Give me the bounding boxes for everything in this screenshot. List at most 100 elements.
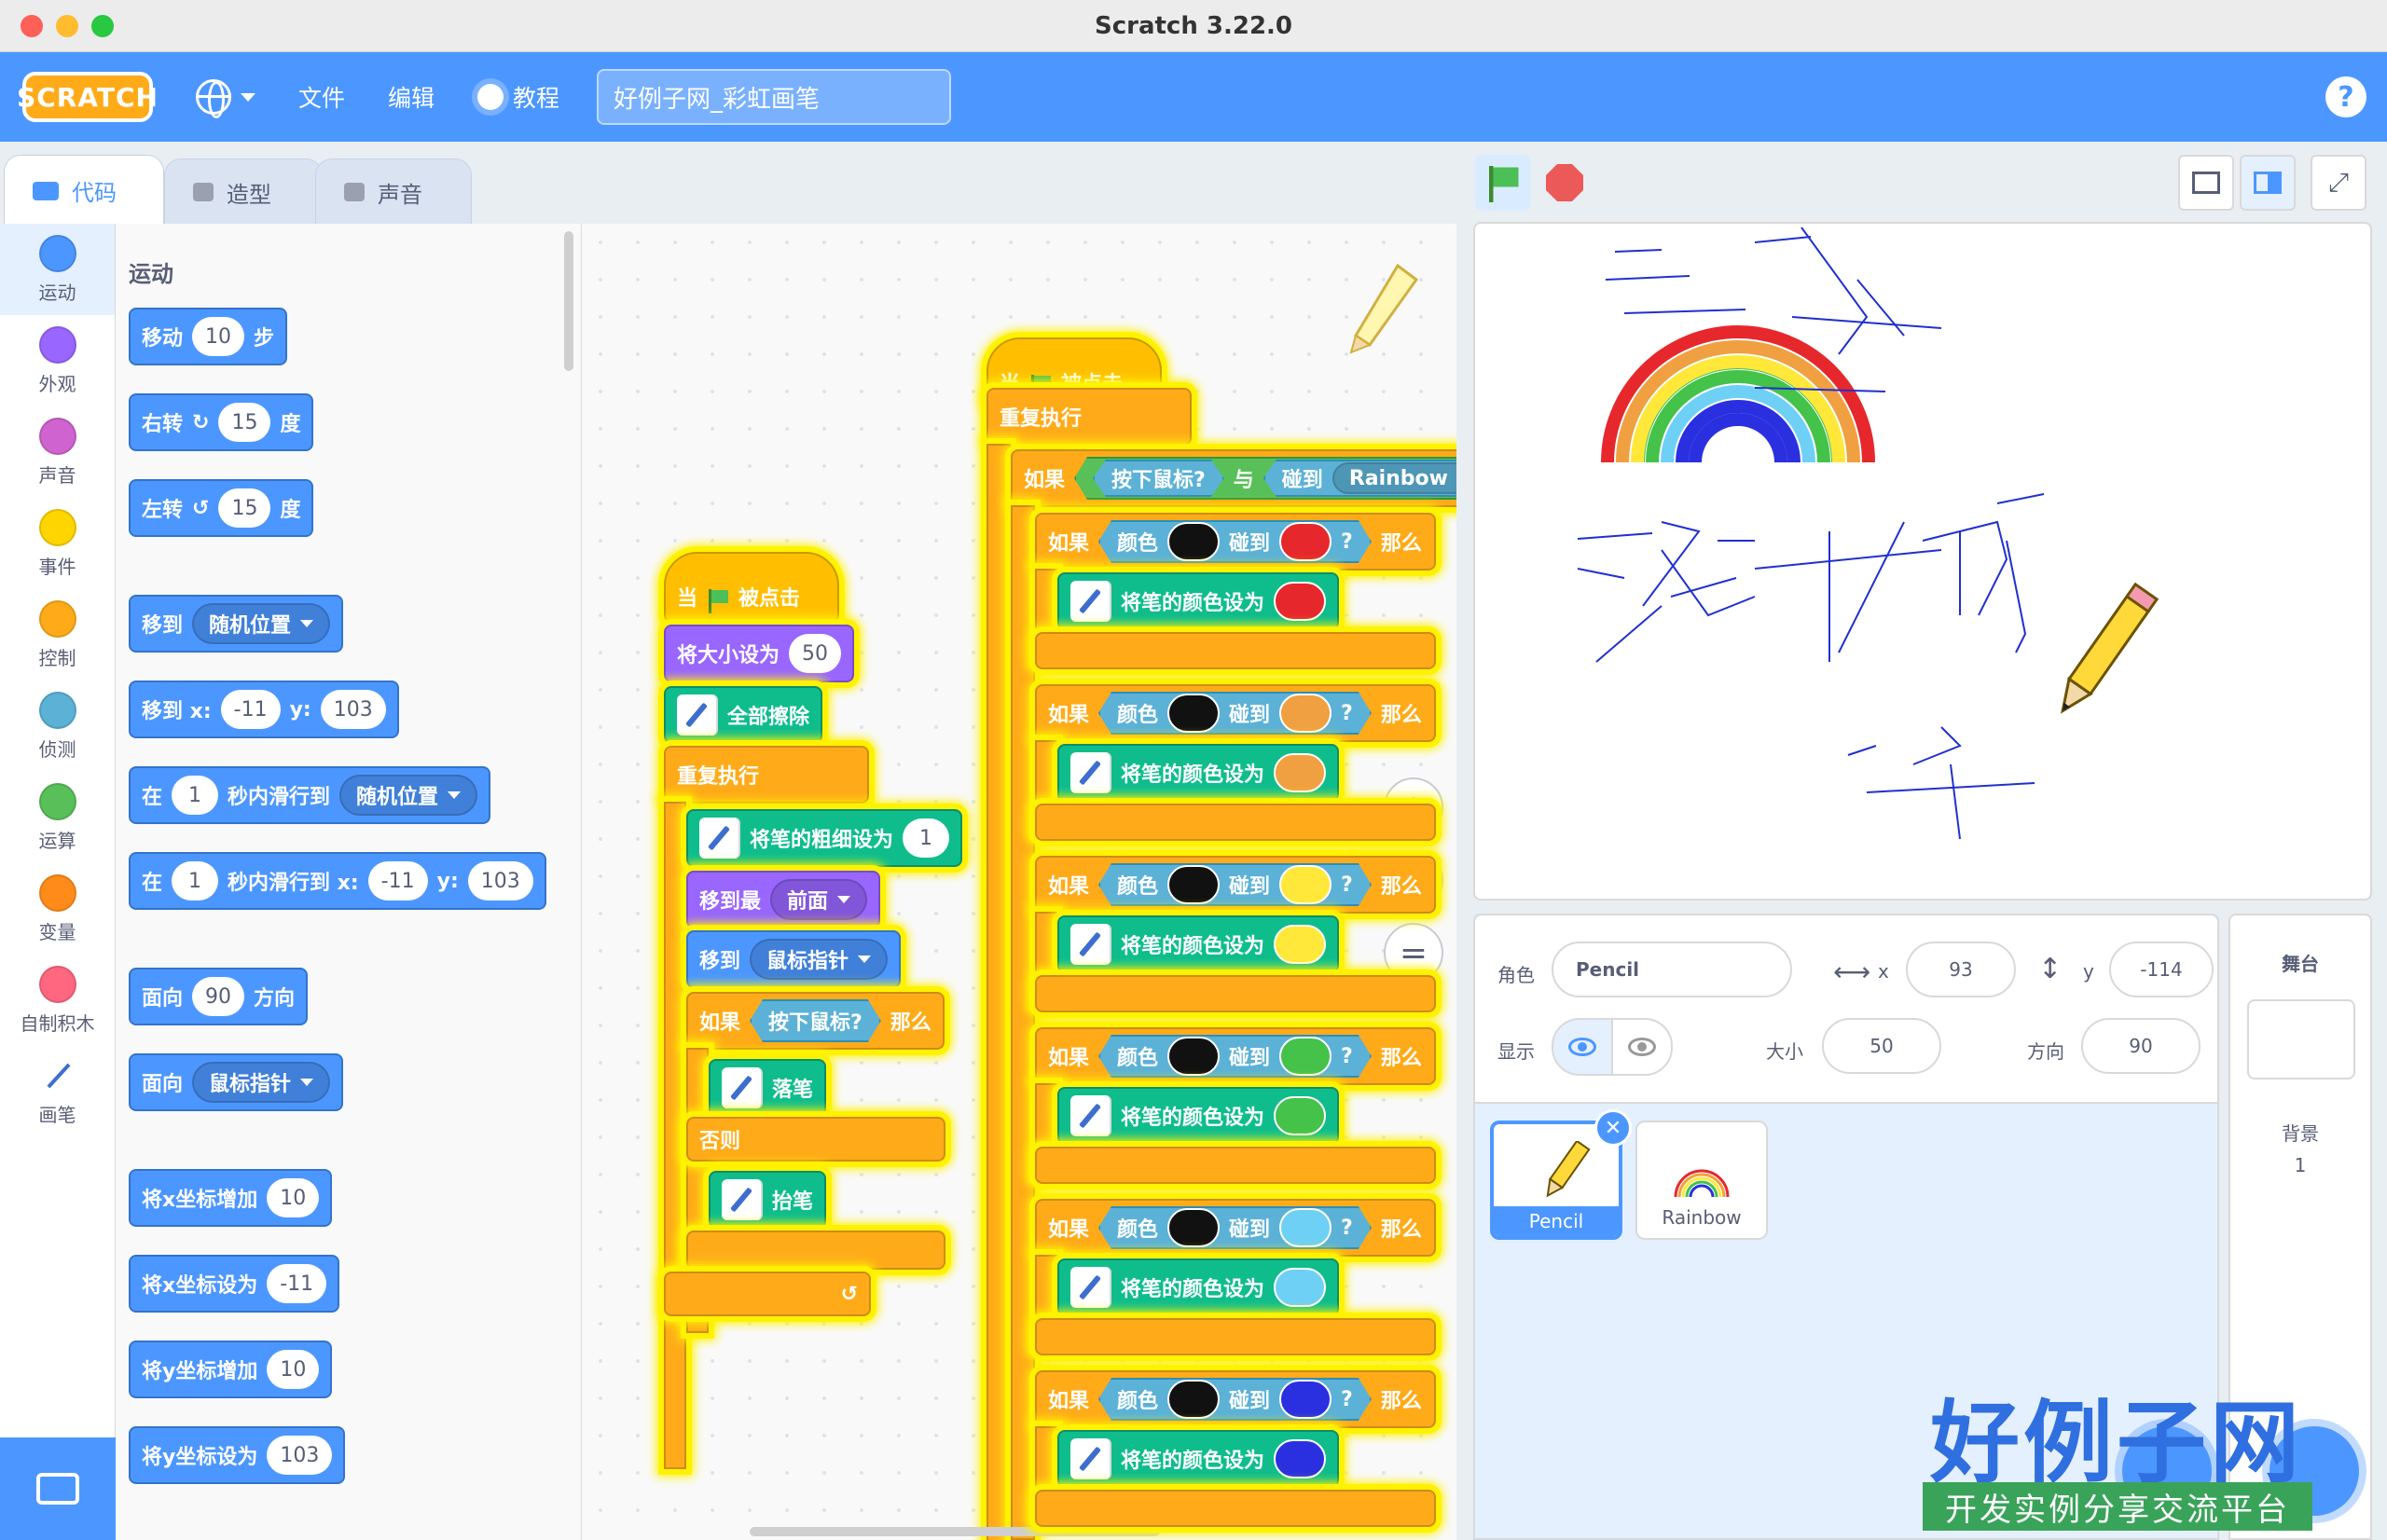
- block-change-x[interactable]: 将x坐标增加 10: [129, 1169, 333, 1227]
- condition-color-touching[interactable]: 颜色 碰到 ?: [1098, 1378, 1372, 1421]
- block-goto-xy[interactable]: 移到 x: -11 y: 103: [129, 681, 399, 738]
- color-swatch-target[interactable]: [1279, 1380, 1331, 1419]
- sprite-thumb-rainbow[interactable]: Rainbow: [1635, 1121, 1768, 1240]
- script2-forever[interactable]: 重复执行: [987, 388, 1192, 446]
- block-point-direction[interactable]: 面向 90 方向: [129, 968, 309, 1025]
- script1-set-size[interactable]: 将大小设为 50: [664, 625, 855, 682]
- block-number-input[interactable]: 90: [192, 977, 245, 1016]
- block-turn-right[interactable]: 右转 ↻ 15 度: [129, 393, 314, 451]
- delete-sprite-button[interactable]: ✕: [1594, 1109, 1632, 1147]
- script1-clear[interactable]: 全部擦除: [664, 686, 823, 744]
- green-flag-button[interactable]: [1475, 155, 1531, 211]
- block-set-y[interactable]: 将y坐标设为 103: [129, 1426, 346, 1484]
- set-pen-color-block[interactable]: 将笔的颜色设为: [1057, 915, 1340, 973]
- block-number-input[interactable]: 50: [789, 634, 842, 673]
- script2-outer-if[interactable]: 如果 按下鼠标? 与 碰到 Rainbow: [1011, 449, 1456, 507]
- set-pen-color-block[interactable]: 将笔的颜色设为: [1057, 1087, 1340, 1145]
- condition-color-touching[interactable]: 颜色 碰到 ?: [1098, 1206, 1372, 1249]
- edit-menu[interactable]: 编辑: [388, 80, 435, 114]
- file-menu[interactable]: 文件: [298, 80, 345, 114]
- condition-color-touching[interactable]: 颜色 碰到 ?: [1098, 1035, 1372, 1078]
- language-menu[interactable]: [196, 79, 255, 118]
- block-number-input[interactable]: 103: [267, 1436, 333, 1475]
- minimize-window-button[interactable]: [56, 15, 78, 37]
- category-sensing[interactable]: 侦测: [0, 681, 115, 772]
- color-if-block[interactable]: 如果 颜色 碰到 ? 那么: [1035, 1370, 1436, 1428]
- color-swatch-target[interactable]: [1279, 865, 1331, 904]
- pen-color-swatch[interactable]: [1274, 753, 1327, 792]
- block-number-input[interactable]: 10: [192, 317, 245, 356]
- color-swatch-target[interactable]: [1279, 1037, 1331, 1076]
- zoom-reset-button[interactable]: =: [1384, 923, 1443, 983]
- sprite-thumb-pencil[interactable]: Pencil ✕: [1490, 1109, 1632, 1240]
- fullscreen-button[interactable]: ⤢: [2311, 155, 2366, 211]
- block-number-input[interactable]: -11: [220, 690, 281, 729]
- set-pen-color-block[interactable]: 将笔的颜色设为: [1057, 1258, 1340, 1316]
- script1-pen-size[interactable]: 将笔的粗细设为 1: [686, 809, 963, 867]
- backdrop-thumb[interactable]: [2247, 999, 2355, 1079]
- script1-pen-up[interactable]: 抬笔: [709, 1171, 827, 1229]
- block-turn-left[interactable]: 左转 ↺ 15 度: [129, 479, 314, 537]
- script-area-scrollbar[interactable]: [750, 1527, 1160, 1536]
- block-number-input[interactable]: -11: [367, 861, 428, 901]
- script-area[interactable]: 当 被点击 将大小设为 50 全部擦除 重复执行 将笔的粗细设为 1 移到最 前…: [582, 224, 1456, 1540]
- block-number-input[interactable]: 10: [267, 1350, 320, 1389]
- block-dropdown[interactable]: 鼠标指针: [750, 939, 889, 980]
- script1-goto-mouse[interactable]: 移到 鼠标指针: [686, 930, 902, 988]
- close-window-button[interactable]: [21, 15, 43, 37]
- color-swatch-target[interactable]: [1279, 522, 1331, 561]
- project-title-input[interactable]: 好例子网_彩虹画笔: [597, 69, 952, 125]
- tab-sounds[interactable]: 声音: [315, 158, 472, 226]
- condition-mouse-down[interactable]: 按下鼠标?: [1093, 460, 1224, 497]
- block-number-input[interactable]: 1: [903, 818, 950, 858]
- set-pen-color-block[interactable]: 将笔的颜色设为: [1057, 744, 1340, 802]
- palette-scrollbar[interactable]: [564, 231, 573, 371]
- block-move-steps[interactable]: 移动 10 步: [129, 308, 288, 365]
- size-input[interactable]: 50: [1822, 1018, 1941, 1074]
- block-dropdown[interactable]: 随机位置: [192, 603, 331, 644]
- y-input[interactable]: -114: [2109, 942, 2214, 997]
- pen-color-swatch[interactable]: [1274, 1268, 1327, 1307]
- color-swatch-black[interactable]: [1167, 1208, 1220, 1247]
- block-set-x[interactable]: 将x坐标设为 -11: [129, 1255, 340, 1313]
- color-if-block[interactable]: 如果 颜色 碰到 ? 那么: [1035, 1199, 1436, 1257]
- block-number-input[interactable]: 1: [172, 861, 219, 901]
- category-my-blocks[interactable]: 自制积木: [0, 955, 115, 1046]
- large-stage-button[interactable]: [2240, 155, 2296, 211]
- block-number-input[interactable]: 10: [267, 1178, 320, 1217]
- tab-code[interactable]: 代码: [4, 155, 164, 226]
- block-change-y[interactable]: 将y坐标增加 10: [129, 1341, 333, 1398]
- block-number-input[interactable]: 15: [218, 403, 271, 442]
- category-events[interactable]: 事件: [0, 498, 115, 589]
- block-number-input[interactable]: 15: [218, 488, 271, 528]
- x-input[interactable]: 93: [1906, 942, 2016, 997]
- color-if-block[interactable]: 如果 颜色 碰到 ? 那么: [1035, 513, 1436, 571]
- color-swatch-target[interactable]: [1279, 1208, 1331, 1247]
- tutorials-menu[interactable]: 教程: [477, 80, 559, 114]
- category-pen[interactable]: 画笔: [0, 1046, 115, 1137]
- block-dropdown[interactable]: 鼠标指针: [192, 1062, 331, 1103]
- set-pen-color-block[interactable]: 将笔的颜色设为: [1057, 572, 1340, 630]
- set-pen-color-block[interactable]: 将笔的颜色设为: [1057, 1430, 1340, 1488]
- color-if-block[interactable]: 如果 颜色 碰到 ? 那么: [1035, 1027, 1436, 1085]
- zoom-window-button[interactable]: [91, 15, 114, 37]
- help-button[interactable]: ?: [2325, 76, 2366, 117]
- hide-sprite-button[interactable]: [1611, 1018, 1673, 1076]
- sprite-name-input[interactable]: Pencil: [1552, 942, 1792, 997]
- script1-go-to-front[interactable]: 移到最 前面: [686, 871, 881, 928]
- script1-forever[interactable]: 重复执行: [664, 746, 869, 804]
- block-dropdown[interactable]: 随机位置: [339, 775, 478, 816]
- condition-color-touching[interactable]: 颜色 碰到 ?: [1098, 863, 1372, 906]
- show-sprite-button[interactable]: [1552, 1018, 1613, 1076]
- color-if-block[interactable]: 如果 颜色 碰到 ? 那么: [1035, 684, 1436, 742]
- pen-color-swatch[interactable]: [1274, 1439, 1327, 1478]
- color-swatch-black[interactable]: [1167, 865, 1220, 904]
- category-control[interactable]: 控制: [0, 589, 115, 681]
- block-dropdown[interactable]: 前面: [770, 879, 868, 920]
- category-variables[interactable]: 变量: [0, 863, 115, 955]
- block-point-towards[interactable]: 面向 鼠标指针: [129, 1053, 344, 1111]
- pen-color-swatch[interactable]: [1274, 1096, 1327, 1135]
- condition-color-touching[interactable]: 颜色 碰到 ?: [1098, 520, 1372, 563]
- block-number-input[interactable]: 103: [320, 690, 386, 729]
- script1-when-flag-clicked[interactable]: 当 被点击: [664, 552, 839, 623]
